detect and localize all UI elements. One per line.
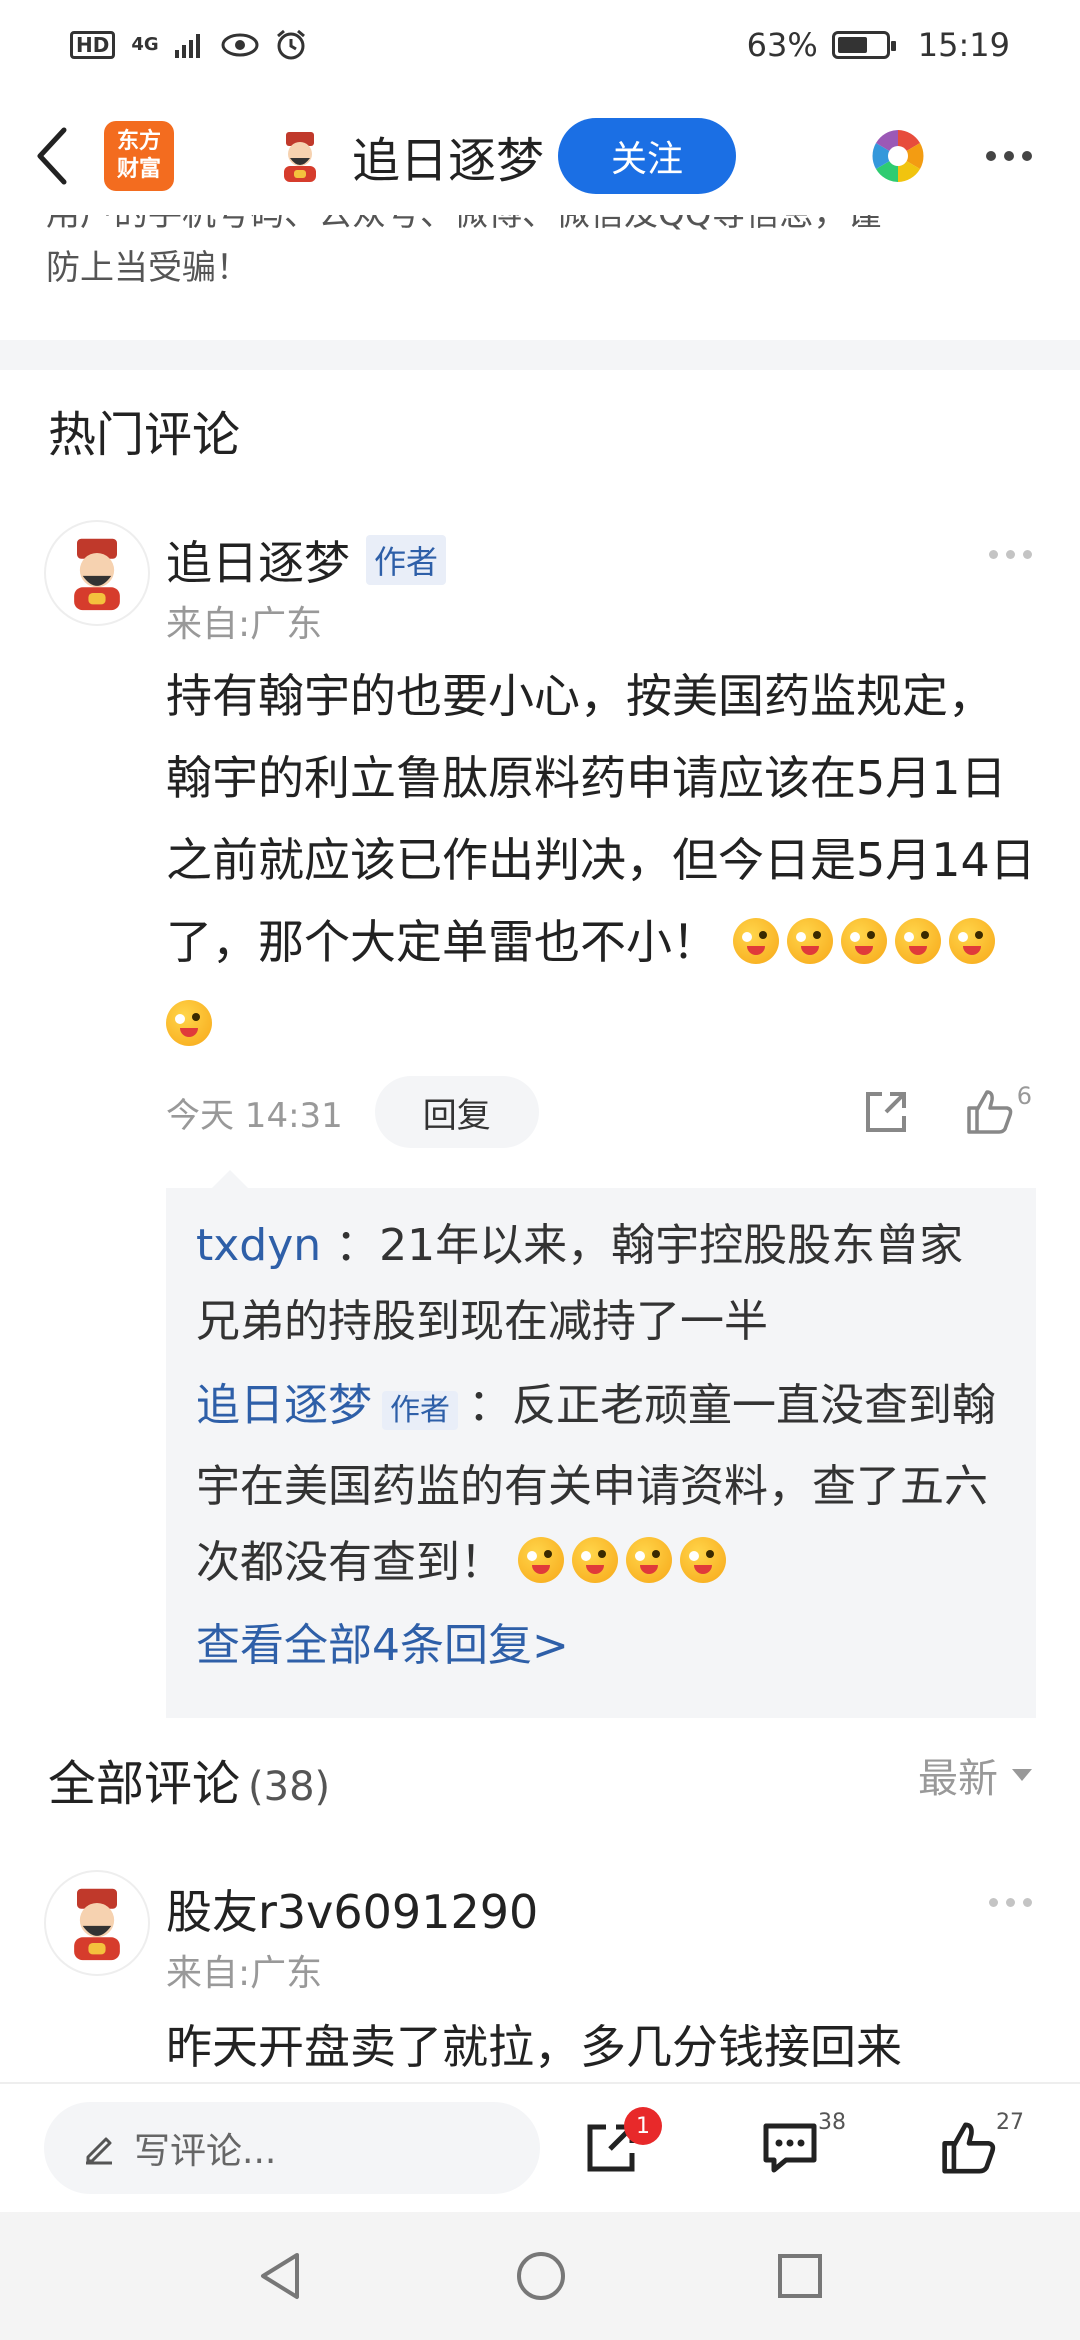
comment-count: (38) xyxy=(248,1764,331,1810)
reply-user[interactable]: txdyn xyxy=(196,1220,321,1271)
chevron-left-icon xyxy=(37,127,67,185)
app-logo[interactable]: 东方 财富 xyxy=(104,121,174,191)
hd-indicator: HD xyxy=(70,31,116,59)
alarm-icon xyxy=(276,29,305,60)
comment-meta: 今天 14:31 回复 xyxy=(166,1076,539,1148)
author-avatar[interactable] xyxy=(270,126,330,186)
commenter-name[interactable]: 股友r3v6091290 xyxy=(166,1876,538,1942)
nav-home-icon[interactable] xyxy=(515,2250,567,2302)
view-all-replies-link[interactable]: 查看全部4条回复> xyxy=(196,1609,1006,1673)
likes-count: 27 xyxy=(996,2110,1024,2135)
wink-tongue-emoji-icon xyxy=(840,918,887,964)
comment-text[interactable]: 昨天开盘卖了就拉，多几分钱接回来 xyxy=(166,2006,1036,2082)
nav-back-icon[interactable] xyxy=(257,2251,305,2301)
thumbs-up-icon xyxy=(966,1090,1013,1134)
sort-label: 最新 xyxy=(918,1756,998,1802)
battery-percent: 63% xyxy=(746,26,818,64)
write-comment-input[interactable]: 写评论... xyxy=(44,2102,540,2194)
wink-tongue-emoji-icon xyxy=(732,918,779,964)
like-count: 6 xyxy=(1016,1082,1032,1110)
comment-location: 来自:广东 xyxy=(166,1953,323,1994)
pencil-icon xyxy=(86,2137,112,2165)
reply-item[interactable]: 追日逐梦 作者 ：反正老顽童一直没查到翰宇在美国药监的有关申请资料，查了五六次都没有… xyxy=(196,1368,1006,1601)
back-button[interactable] xyxy=(24,116,80,196)
wink-tongue-emoji-icon xyxy=(626,1537,672,1583)
comment-bubble-icon xyxy=(763,2123,817,2173)
commenter-name-row: 追日逐梦 作者 xyxy=(166,527,447,593)
color-wheel-icon[interactable] xyxy=(870,128,926,184)
signal-icon xyxy=(174,34,200,58)
section-divider xyxy=(0,340,1080,370)
author-name[interactable]: 追日逐梦 xyxy=(352,121,544,191)
emoji-group xyxy=(518,1537,734,1588)
like-button[interactable]: 6 xyxy=(965,1082,1032,1136)
author-badge: 作者 xyxy=(366,535,447,585)
battery-icon xyxy=(831,31,896,59)
status-bar: HD 4G 63% 15:19 xyxy=(0,0,1080,90)
thumbs-up-icon xyxy=(942,2122,996,2174)
more-options-button[interactable] xyxy=(986,151,1032,161)
caret-down-icon xyxy=(1012,1769,1032,1781)
sort-dropdown[interactable]: 最新 xyxy=(918,1746,1032,1804)
caishen-avatar-icon xyxy=(284,132,316,182)
share-button[interactable]: 1 xyxy=(582,2107,662,2177)
follow-button[interactable]: 关注 xyxy=(558,118,737,194)
caishen-avatar-icon xyxy=(74,538,120,611)
caishen-avatar-icon xyxy=(74,1888,120,1961)
wink-tongue-emoji-icon xyxy=(518,1537,564,1583)
bottom-action-bar: 写评论... 1 38 27 xyxy=(0,2082,1080,2212)
comment-time: 今天 14:31 xyxy=(166,1095,343,1136)
wink-tongue-emoji-icon xyxy=(680,1537,726,1583)
notice-text: 用户的手机号码、公众号、微博、微信及QQ等信息，谨 防上当受骗！ xyxy=(46,215,882,288)
like-post-button[interactable]: 27 xyxy=(940,2110,1024,2176)
wink-tongue-emoji-icon xyxy=(572,1537,618,1583)
commenter-avatar[interactable] xyxy=(44,520,150,626)
comment-text[interactable]: 持有翰宇的也要小心，按美国药监规定，翰宇的利立鲁肽原料药申请应该在5月1日之前就… xyxy=(166,655,1036,1065)
share-icon[interactable] xyxy=(862,1088,910,1140)
wink-tongue-emoji-icon xyxy=(786,918,833,964)
comments-button[interactable]: 38 xyxy=(760,2110,846,2176)
comments-count: 38 xyxy=(818,2110,846,2135)
nav-recents-icon[interactable] xyxy=(777,2253,823,2299)
system-nav-bar xyxy=(0,2212,1080,2340)
hot-comments-title: 热门评论 xyxy=(48,407,241,463)
wink-tongue-emoji-icon xyxy=(166,1000,212,1046)
reply-item[interactable]: txdyn ：21年以来，翰宇控股股东曾家兄弟的持股到现在减持了一半 xyxy=(196,1208,1006,1360)
comment-more-button[interactable] xyxy=(989,550,1032,559)
author-badge: 作者 xyxy=(382,1391,458,1430)
reply-button[interactable]: 回复 xyxy=(374,1076,539,1148)
comment-more-button[interactable] xyxy=(989,1898,1032,1907)
commenter-name[interactable]: 追日逐梦 xyxy=(166,527,350,593)
comment-location: 来自:广东 xyxy=(166,604,323,645)
eye-icon xyxy=(221,33,259,57)
reply-user[interactable]: 追日逐梦 xyxy=(196,1380,372,1431)
all-comments-title: 全部评论 (38) xyxy=(48,1756,331,1812)
app-header: 东方 财富 追日逐梦 关注 xyxy=(0,100,1080,212)
replies-box: txdyn ：21年以来，翰宇控股股东曾家兄弟的持股到现在减持了一半 追日逐梦作… xyxy=(166,1170,1036,1718)
clock: 15:19 xyxy=(917,26,1010,64)
commenter-avatar[interactable] xyxy=(44,1870,150,1976)
wink-tongue-emoji-icon xyxy=(894,918,941,964)
share-badge: 1 xyxy=(624,2107,662,2145)
network-type: 4G xyxy=(131,34,159,55)
write-comment-placeholder: 写评论... xyxy=(134,2131,277,2172)
wink-tongue-emoji-icon xyxy=(948,918,995,964)
